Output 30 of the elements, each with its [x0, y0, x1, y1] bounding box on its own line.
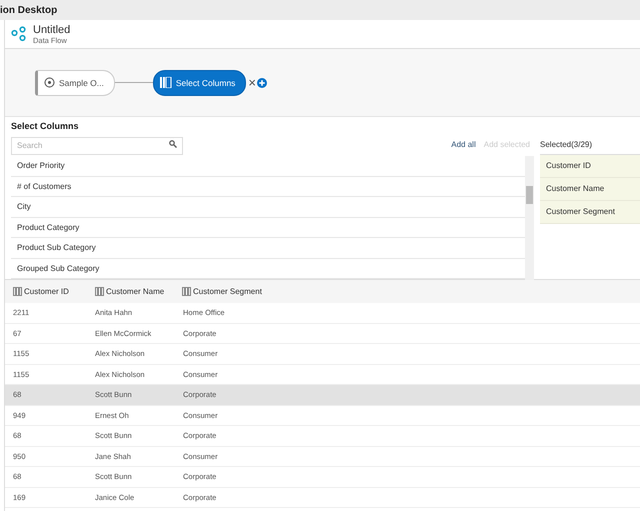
column-list-item[interactable]: Product Sub Category: [11, 238, 525, 258]
column-header[interactable]: Customer Segment: [182, 287, 262, 296]
column-list-item[interactable]: Grouped Sub Category: [11, 258, 525, 279]
remove-button[interactable]: ×: [248, 76, 256, 88]
search-field[interactable]: Search: [11, 136, 183, 154]
scrollbar[interactable]: [525, 156, 534, 280]
selected-column-item[interactable]: Customer Segment: [540, 201, 640, 224]
connector-line: [114, 82, 153, 83]
section-title: Select Columns: [11, 120, 80, 133]
flow-node[interactable]: Select Columns: [152, 70, 246, 96]
column-list-item[interactable]: # of Customers: [11, 176, 525, 197]
nodes-icon: [11, 26, 27, 42]
column-list-item[interactable]: Product Category: [11, 218, 525, 238]
column-icon: [182, 287, 191, 296]
selected-column-item[interactable]: Customer ID: [540, 155, 640, 178]
circle-icon: [44, 77, 55, 88]
column-icon: [13, 287, 22, 296]
add-icon[interactable]: [257, 78, 268, 88]
add-all-link[interactable]: Add all: [451, 140, 476, 148]
selected-column-item[interactable]: Customer Name: [540, 178, 640, 201]
column-list-item[interactable]: City: [11, 197, 525, 218]
window-title: ion Desktop: [0, 4, 58, 16]
column-header[interactable]: Customer ID: [13, 287, 95, 296]
column-icon: [95, 287, 104, 296]
search-icon: [169, 140, 177, 148]
flow-node[interactable]: Sample O...: [35, 70, 115, 96]
flow-title: Untitled: [33, 24, 70, 36]
columns-icon: [160, 77, 172, 88]
column-header[interactable]: Customer Name: [95, 287, 182, 296]
column-list-item[interactable]: Order Priority: [11, 156, 525, 176]
